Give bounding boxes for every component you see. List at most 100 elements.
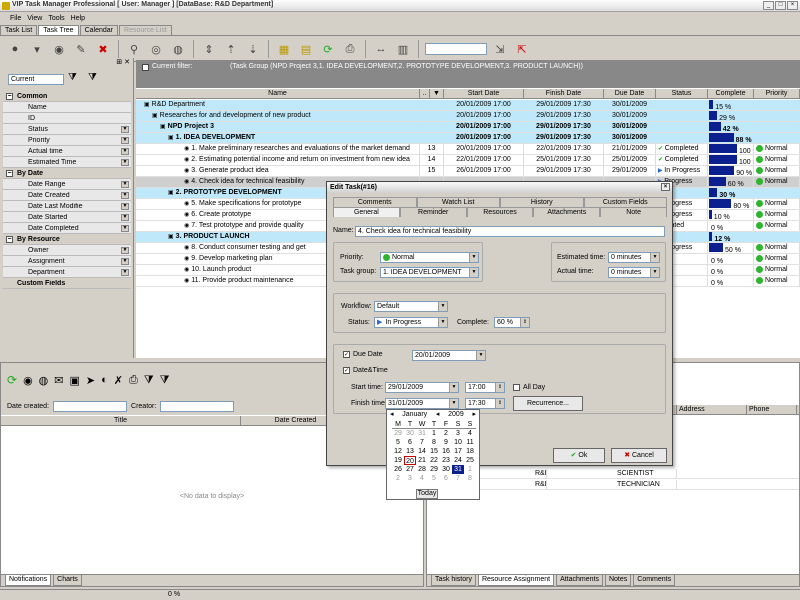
menu-tools[interactable]: Tools [48, 15, 64, 22]
tab-note[interactable]: Note [600, 207, 667, 217]
col-sort[interactable]: ▼ [430, 89, 444, 98]
task-row[interactable]: ◉ 3. Generate product idea 15 26/01/2009 17… [136, 166, 800, 177]
tab-attachments[interactable]: Attachments [533, 207, 601, 217]
calendar-day[interactable]: 12 [392, 447, 404, 456]
calendar-day[interactable]: 24 [452, 456, 464, 465]
filter-category[interactable]: Custom Fields [3, 278, 131, 289]
resource-row[interactable]: R&D TECHNICIAN [427, 480, 799, 490]
col-status[interactable]: Status [656, 89, 708, 98]
view-icon[interactable]: ◎ [147, 40, 165, 58]
col-finish[interactable]: Finish Date [524, 89, 604, 98]
collapse-icon[interactable]: − [6, 170, 13, 177]
start-hour-field[interactable]: 17:00 ⇕ [465, 382, 505, 393]
calendar-day[interactable]: 3 [452, 429, 464, 438]
dropdown-icon[interactable]: ▼ [121, 159, 129, 166]
col-title[interactable]: Title [1, 416, 241, 425]
finish-hour-field[interactable]: 17:30 ⇕ [465, 398, 505, 409]
calendar-day[interactable]: 30 [404, 429, 416, 438]
filter-combo[interactable]: Current [8, 74, 64, 85]
columns-icon[interactable]: ▥ [394, 40, 412, 58]
tab-calendar[interactable]: Calendar [79, 25, 119, 35]
calendar-day[interactable]: 8 [428, 438, 440, 447]
print-icon[interactable]: ⎙ [129, 374, 138, 387]
calendar-day[interactable]: 4 [464, 429, 476, 438]
maximize-button[interactable]: □ [775, 1, 786, 10]
calendar-day[interactable]: 31 [452, 465, 464, 474]
dropdown-icon[interactable]: ▼ [121, 269, 129, 276]
today-button[interactable]: Today [416, 489, 438, 499]
cancel-button[interactable]: ✖ Cancel [611, 448, 667, 463]
export-icon[interactable]: ⇲ [491, 40, 509, 58]
dropdown-icon[interactable]: ▼ [121, 203, 129, 210]
dropdown-icon[interactable]: ▼ [121, 214, 129, 221]
filter-icon[interactable]: ⧩ [144, 374, 154, 387]
import-icon[interactable]: ⇱ [513, 40, 531, 58]
tab-comments[interactable]: Comments [333, 197, 417, 207]
task-group-select[interactable]: 1. IDEA DEVELOPMENT ▼ [380, 267, 479, 278]
datetime-checkbox[interactable]: ✓ [343, 367, 350, 374]
collapse-icon[interactable]: − [6, 93, 13, 100]
calendar-day[interactable]: 11 [464, 438, 476, 447]
actual-time-select[interactable]: 0 minutes ▼ [608, 267, 660, 278]
calendar-day[interactable]: 15 [428, 447, 440, 456]
dropdown-icon[interactable]: ▼ [121, 258, 129, 265]
col-address[interactable]: Address [677, 405, 747, 414]
calendar-day[interactable]: 23 [440, 456, 452, 465]
edit-icon[interactable]: ✎ [72, 40, 90, 58]
calendar-day[interactable]: 19 [392, 456, 404, 465]
collapse-icon[interactable]: ▤ [297, 40, 315, 58]
filter-edit-icon[interactable]: ⧩ [160, 374, 170, 387]
calendar-day[interactable]: 30 [440, 465, 452, 474]
task-row[interactable]: ▣ Researches for and development of new p… [136, 111, 800, 122]
expand-icon[interactable]: ▦ [275, 40, 293, 58]
name-field[interactable]: 4. Check idea for technical feasibility [355, 226, 665, 237]
dropdown-icon[interactable]: ▼ [121, 225, 129, 232]
menu-view[interactable]: View [27, 15, 42, 22]
forward-icon[interactable]: ➤ [86, 374, 95, 387]
filter-category[interactable]: − By Resource [3, 234, 131, 245]
complete-spinner[interactable]: 60 % ⇕ [494, 317, 530, 328]
move-up-icon[interactable]: ⇡ [222, 40, 240, 58]
move-down-icon[interactable]: ⇣ [244, 40, 262, 58]
collapse-icon[interactable]: − [6, 236, 13, 243]
calendar-day[interactable]: 8 [464, 474, 476, 483]
finish-date-field[interactable]: 31/01/2009 ▼ [385, 398, 459, 409]
tab-general[interactable]: General [333, 207, 400, 217]
mark-icon[interactable]: ✉ [54, 374, 63, 387]
calendar-day[interactable]: 25 [464, 456, 476, 465]
next-month-icon[interactable]: ▸ [472, 410, 476, 420]
status-select[interactable]: ▶ In Progress ▼ [374, 317, 448, 328]
calendar-day[interactable]: 5 [392, 438, 404, 447]
calendar-day[interactable]: 7 [416, 438, 428, 447]
new-group-icon[interactable]: ◉ [50, 40, 68, 58]
due-date-checkbox[interactable]: ✓ [343, 351, 350, 358]
calendar-day[interactable]: 9 [440, 438, 452, 447]
tab-comments[interactable]: Comments [633, 575, 676, 586]
tab-notes[interactable]: Notes [604, 575, 632, 586]
col-due[interactable]: Due Date [604, 89, 656, 98]
col-dots[interactable]: .. [420, 89, 430, 98]
calendar-day[interactable]: 13 [404, 447, 416, 456]
task-row[interactable]: ▣ R&D Department 20/01/2009 17:00 29/01/200… [136, 100, 800, 111]
calendar-day[interactable]: 4 [416, 474, 428, 483]
col-name[interactable]: Name [136, 89, 420, 98]
calendar-day[interactable]: 16 [440, 447, 452, 456]
refresh-icon[interactable]: ⟳ [7, 373, 17, 387]
calendar-day[interactable]: 6 [404, 438, 416, 447]
tab-reminder[interactable]: Reminder [399, 207, 467, 217]
date-created-combo[interactable] [53, 400, 128, 412]
due-date-field[interactable]: 20/01/2009 ▼ [412, 350, 486, 361]
priority-select[interactable]: Normal ▼ [380, 252, 479, 263]
calendar-month[interactable]: January [402, 410, 427, 420]
calendar-day[interactable]: 14 [416, 447, 428, 456]
task-row[interactable]: ▣ 1. IDEA DEVELOPMENT 20/01/2009 17:00 29/0… [136, 133, 800, 144]
tab-resources[interactable]: Resources [466, 207, 534, 217]
workflow-select[interactable]: Default ▼ [374, 301, 448, 312]
tab-attachments[interactable]: Attachments [556, 575, 603, 586]
dialog-close-button[interactable]: × [661, 183, 670, 191]
calendar-day[interactable]: 21 [416, 456, 428, 465]
creator-combo[interactable] [160, 400, 235, 412]
fit-width-icon[interactable]: ↔ [372, 40, 390, 58]
calendar-year[interactable]: 2009 [448, 410, 464, 420]
calendar-day[interactable]: 27 [404, 465, 416, 474]
